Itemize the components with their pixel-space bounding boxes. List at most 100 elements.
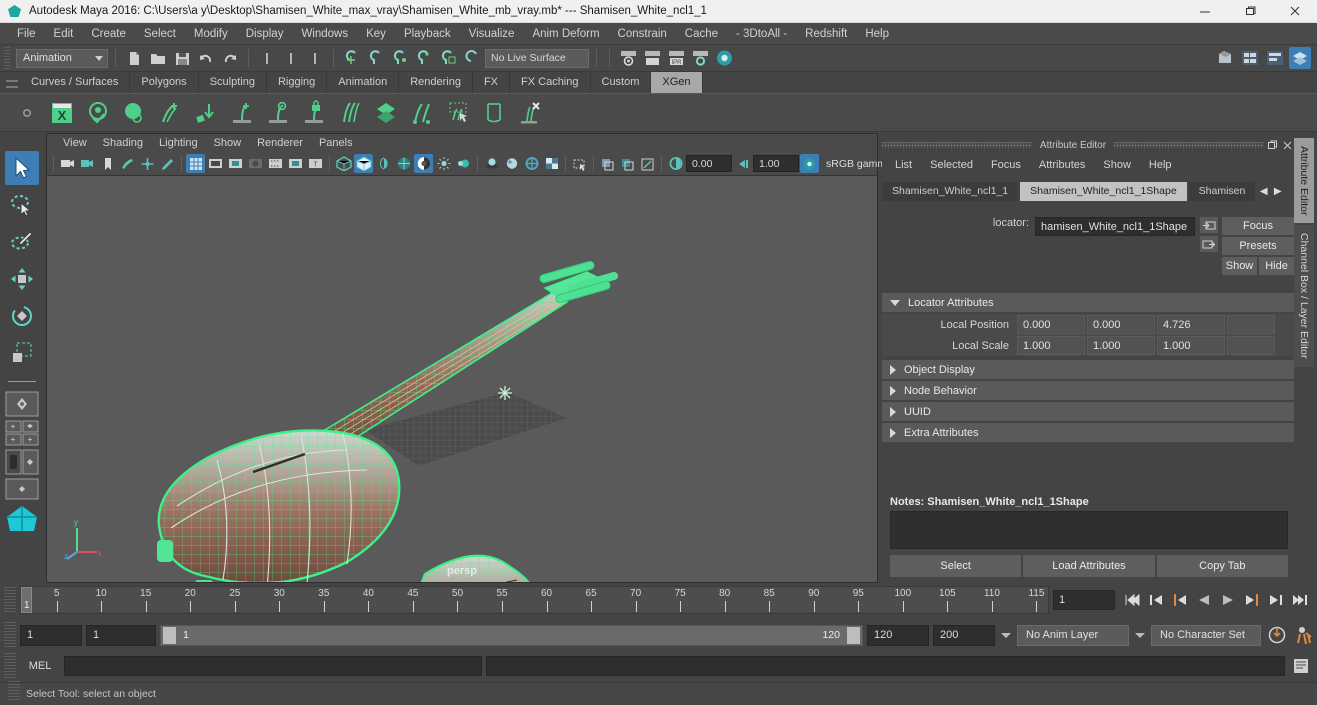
use-all-lights-icon[interactable] <box>454 154 473 173</box>
menuset-selector[interactable]: Animation <box>16 48 108 68</box>
close-icon[interactable] <box>1272 0 1317 23</box>
menu-help[interactable]: Help <box>856 23 898 45</box>
current-frame-field[interactable]: 1 <box>1053 590 1115 610</box>
animation-start-field[interactable]: 1 <box>20 624 82 646</box>
xgen-grow-icon[interactable] <box>226 97 258 129</box>
multisample-icon[interactable] <box>542 154 561 173</box>
character-set-field[interactable]: No Character Set <box>1151 624 1261 646</box>
viewport-menu-view[interactable]: View <box>55 134 95 152</box>
select-tool[interactable] <box>5 151 39 185</box>
range-slider-grip[interactable] <box>4 622 16 648</box>
select-by-hierarchy-icon[interactable] <box>256 48 278 69</box>
layer-editor-toggle-icon[interactable] <box>1289 47 1311 69</box>
maximize-icon[interactable] <box>1227 0 1272 23</box>
xgen-comb-icon[interactable] <box>334 97 366 129</box>
redo-icon[interactable] <box>219 48 241 69</box>
range-end-handle[interactable] <box>847 626 860 644</box>
wireframe-on-shaded-icon[interactable] <box>394 154 413 173</box>
output-connection-icon[interactable] <box>1200 236 1218 252</box>
snap-projected-icon[interactable] <box>413 48 435 69</box>
show-button[interactable]: Show <box>1222 257 1257 275</box>
motion-blur-icon[interactable] <box>522 154 541 173</box>
2d-pan-zoom-icon[interactable] <box>138 154 157 173</box>
shade-selected-icon[interactable] <box>374 154 393 173</box>
xgen-clump-icon[interactable] <box>478 97 510 129</box>
go-to-end-icon[interactable] <box>1289 589 1311 611</box>
step-back-frame-icon[interactable] <box>1145 589 1167 611</box>
xgen-editor-icon[interactable]: X <box>46 97 78 129</box>
menu-cache[interactable]: Cache <box>676 23 727 45</box>
range-start-handle[interactable] <box>163 626 176 644</box>
shelf-options-icon[interactable] <box>20 106 34 120</box>
xgen-cut-icon[interactable] <box>406 97 438 129</box>
notes-textarea[interactable] <box>890 511 1288 549</box>
viewport-menu-show[interactable]: Show <box>206 134 250 152</box>
use-default-light-icon[interactable] <box>434 154 453 173</box>
xgen-preview-icon[interactable] <box>82 97 114 129</box>
viewport-3d-canvas[interactable]: y x z persp <box>47 176 877 582</box>
shadows-icon[interactable] <box>482 154 501 173</box>
scale-tool[interactable] <box>5 336 39 370</box>
select-by-object-icon[interactable] <box>280 48 302 69</box>
shelf-tab-rendering[interactable]: Rendering <box>399 72 473 93</box>
shelf-tab-animation[interactable]: Animation <box>327 72 400 93</box>
menu-playback[interactable]: Playback <box>395 23 460 45</box>
live-surface-field[interactable]: No Live Surface <box>485 48 589 68</box>
shelf-tab-curves-surfaces[interactable]: Curves / Surfaces <box>20 72 131 93</box>
title-safe-icon[interactable]: T <box>306 154 325 173</box>
ae-menu-selected[interactable]: Selected <box>921 155 982 175</box>
save-scene-icon[interactable] <box>171 48 193 69</box>
color-management-icon[interactable] <box>800 154 819 173</box>
xgen-lock-icon[interactable] <box>298 97 330 129</box>
range-start-field[interactable]: 1 <box>86 624 156 646</box>
shelf-tab-xgen[interactable]: XGen <box>651 72 703 93</box>
command-output[interactable] <box>486 656 1285 676</box>
shelf-tab-rigging[interactable]: Rigging <box>267 72 328 93</box>
tab-prev-arrow-icon[interactable]: ◀ <box>1257 186 1271 197</box>
menu-modify[interactable]: Modify <box>185 23 237 45</box>
animation-preferences-icon[interactable] <box>1293 623 1317 647</box>
render-view-icon[interactable] <box>617 48 639 69</box>
step-back-key-icon[interactable] <box>1169 589 1191 611</box>
move-tool[interactable] <box>5 262 39 296</box>
wireframe-icon[interactable] <box>334 154 353 173</box>
render-frame-icon[interactable] <box>641 48 663 69</box>
xgen-mesh-icon[interactable] <box>370 97 402 129</box>
load-attributes-button[interactable]: Load Attributes <box>1023 555 1155 577</box>
ae-tab-extra[interactable]: Shamisen <box>1188 181 1255 201</box>
section-uuid[interactable]: UUID <box>882 402 1294 421</box>
show-manipulator-icon[interactable] <box>1214 47 1236 69</box>
snap-grid-icon[interactable] <box>341 48 363 69</box>
exposure-field[interactable]: 0.00 <box>686 155 732 172</box>
open-scene-icon[interactable] <box>147 48 169 69</box>
local-position-y-field[interactable]: 0.000 <box>1087 315 1155 334</box>
auto-keyframe-icon[interactable] <box>1265 623 1289 647</box>
xgen-add-guides-icon[interactable] <box>154 97 186 129</box>
resolution-gate-icon[interactable] <box>226 154 245 173</box>
menu-key[interactable]: Key <box>357 23 395 45</box>
menu-visualize[interactable]: Visualize <box>460 23 524 45</box>
shelf-tab-fx[interactable]: FX <box>473 72 511 93</box>
texture-icon[interactable] <box>414 154 433 173</box>
vtab-attribute-editor[interactable]: Attribute Editor <box>1294 138 1314 224</box>
menu-select[interactable]: Select <box>135 23 185 45</box>
section-object-display[interactable]: Object Display <box>882 360 1294 379</box>
section-extra-attributes[interactable]: Extra Attributes <box>882 423 1294 442</box>
viewport-menu-shading[interactable]: Shading <box>95 134 151 152</box>
isolate-select-icon[interactable] <box>570 154 589 173</box>
focus-button[interactable]: Focus <box>1222 217 1294 235</box>
local-scale-z-field[interactable]: 1.000 <box>1157 336 1225 355</box>
ae-menu-list[interactable]: List <box>886 155 921 175</box>
four-view-layout[interactable]: + + + <box>4 420 40 446</box>
rotate-tool[interactable] <box>5 299 39 333</box>
ae-menu-help[interactable]: Help <box>1140 155 1181 175</box>
statusbar-grip[interactable] <box>4 47 10 69</box>
gamma-icon[interactable] <box>733 154 752 173</box>
menu-redshift[interactable]: Redshift <box>796 23 856 45</box>
persp-graph-layout[interactable] <box>4 478 40 500</box>
hide-button[interactable]: Hide <box>1259 257 1294 275</box>
ipr-render-icon[interactable]: IPR <box>665 48 687 69</box>
animation-end-field[interactable]: 200 <box>933 624 995 646</box>
section-locator-attributes[interactable]: Locator Attributes <box>882 293 1294 312</box>
xray-joints-icon[interactable] <box>618 154 637 173</box>
